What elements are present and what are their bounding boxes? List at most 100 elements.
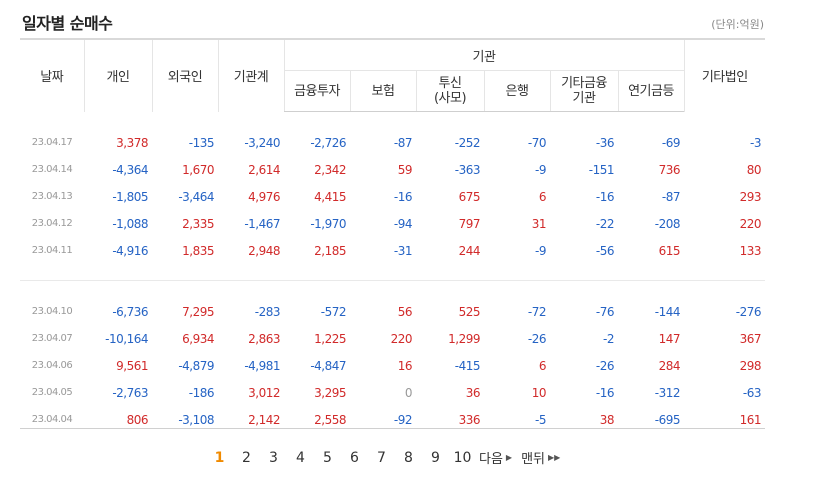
row-value: -87 xyxy=(393,135,413,150)
table-body: 23.04.17 3,378 -135 -3,240 -2,726 -87 -252 -70 -… xyxy=(20,112,766,434)
row-value: 1,299 xyxy=(448,331,480,346)
row-value: 3,378 xyxy=(116,135,148,150)
row-value: -4,916 xyxy=(112,243,148,258)
row-value: -1,088 xyxy=(112,216,148,231)
header-other-finance-line2: 기관 xyxy=(572,91,596,106)
row-value: -2,763 xyxy=(112,385,148,400)
row-value: 675 xyxy=(458,189,481,204)
last-link[interactable]: 맨뒤 xyxy=(521,448,545,467)
header-other-corp: 기타법인 xyxy=(683,40,766,112)
next-arrow-icon[interactable]: ▶ xyxy=(506,453,512,462)
row-value: 80 xyxy=(746,162,762,177)
header-foreign: 외국인 xyxy=(151,40,218,112)
row-value: -1,805 xyxy=(112,189,148,204)
row-value: -9 xyxy=(535,243,546,258)
row-value: 2,948 xyxy=(248,243,280,258)
row-date: 23.04.07 xyxy=(31,333,73,344)
page-link-10[interactable]: 10 xyxy=(449,450,476,466)
row-value: -572 xyxy=(320,304,347,319)
row-value: -22 xyxy=(595,216,615,231)
table-row: 23.04.06 9,561 -4,879 -4,981 -4,847 16 -415 6 -2… xyxy=(20,352,765,379)
page-link-7[interactable]: 7 xyxy=(368,450,395,466)
header-insurance: 보험 xyxy=(349,70,416,112)
row-date: 23.04.05 xyxy=(31,387,73,398)
row-value: 3,295 xyxy=(314,385,346,400)
row-value: 284 xyxy=(658,358,681,373)
last-arrow-icon[interactable]: ▶▶ xyxy=(548,453,560,462)
page-link-9[interactable]: 9 xyxy=(422,450,449,466)
header-bank: 은행 xyxy=(483,70,550,112)
row-value: 16 xyxy=(397,358,413,373)
row-value: -363 xyxy=(454,162,481,177)
header-finance: 금융투자 xyxy=(283,70,350,112)
row-value: -72 xyxy=(527,304,547,319)
unit-label: (단위:억원) xyxy=(711,18,764,31)
row-value: 59 xyxy=(397,162,413,177)
row-value: -10,164 xyxy=(105,331,148,346)
page-link-6[interactable]: 6 xyxy=(341,450,368,466)
table-row: 23.04.05 -2,763 -186 3,012 3,295 0 36 10 -16 -312… xyxy=(20,379,765,406)
row-value: -16 xyxy=(595,385,615,400)
page-link-8[interactable]: 8 xyxy=(395,450,422,466)
header-institution-group: 기관 xyxy=(283,40,685,71)
row-value: -2 xyxy=(603,331,614,346)
page-link-5[interactable]: 5 xyxy=(314,450,341,466)
row-value: -3,240 xyxy=(244,135,280,150)
row-value: -87 xyxy=(661,189,681,204)
row-value: 244 xyxy=(458,243,481,258)
row-value: -208 xyxy=(654,216,681,231)
row-value: 525 xyxy=(458,304,481,319)
row-value: 147 xyxy=(658,331,681,346)
row-value: 6 xyxy=(538,358,547,373)
row-date: 23.04.10 xyxy=(31,306,73,317)
page-link-4[interactable]: 4 xyxy=(287,450,314,466)
row-date: 23.04.06 xyxy=(31,360,73,371)
page-link-1[interactable]: 1 xyxy=(206,450,233,466)
row-value: 220 xyxy=(390,331,413,346)
page-link-2[interactable]: 2 xyxy=(233,450,260,466)
row-value: 133 xyxy=(739,243,762,258)
table-row: 23.04.13 -1,805 -3,464 4,976 4,415 -16 675 6 -16… xyxy=(20,183,765,210)
row-value: 7,295 xyxy=(182,304,214,319)
row-date: 23.04.13 xyxy=(31,191,73,202)
row-value: 36 xyxy=(465,385,481,400)
header-pension: 연기금등 xyxy=(617,70,685,112)
header-other-finance-line1: 기타금융 xyxy=(561,76,607,91)
spacer-row xyxy=(20,281,765,299)
row-value: -4,981 xyxy=(244,358,280,373)
row-value: 9,561 xyxy=(116,358,148,373)
row-value: 736 xyxy=(658,162,681,177)
row-value: 298 xyxy=(739,358,762,373)
pagination: 1 2 3 4 5 6 7 8 9 10 다음 ▶ 맨뒤 ▶▶ xyxy=(206,448,566,468)
row-value: -312 xyxy=(654,385,681,400)
row-value: 2,185 xyxy=(314,243,346,258)
row-value: -276 xyxy=(735,304,762,319)
header-trust: 투신 (사모) xyxy=(415,70,484,112)
row-value: -26 xyxy=(595,358,615,373)
group-separator xyxy=(20,264,766,281)
next-link[interactable]: 다음 xyxy=(479,448,503,467)
row-value: -151 xyxy=(588,162,615,177)
row-value: 4,415 xyxy=(314,189,346,204)
row-value: 615 xyxy=(658,243,681,258)
page-link-3[interactable]: 3 xyxy=(260,450,287,466)
row-value: -36 xyxy=(595,135,615,150)
row-value: 2,614 xyxy=(248,162,280,177)
bottom-divider xyxy=(20,428,765,429)
row-value: 2,342 xyxy=(314,162,346,177)
row-value: -3 xyxy=(750,135,762,150)
net-purchase-table: 날짜 개인 외국인 기관계 기관 기타법인 금융투자 보험 투신 (사모) 은행 … xyxy=(20,40,766,434)
row-value: 2,863 xyxy=(248,331,280,346)
header-other-finance: 기타금융 기관 xyxy=(549,70,618,112)
row-value: -144 xyxy=(654,304,681,319)
row-value: -70 xyxy=(527,135,547,150)
row-value: 6 xyxy=(538,189,547,204)
row-date: 23.04.17 xyxy=(31,137,73,148)
row-value: -76 xyxy=(595,304,615,319)
row-value: -3,464 xyxy=(178,189,214,204)
row-date: 23.04.11 xyxy=(31,245,73,256)
row-value: -6,736 xyxy=(112,304,148,319)
row-date: 23.04.12 xyxy=(31,218,73,229)
row-value: 1,225 xyxy=(314,331,346,346)
row-value: -4,364 xyxy=(112,162,148,177)
